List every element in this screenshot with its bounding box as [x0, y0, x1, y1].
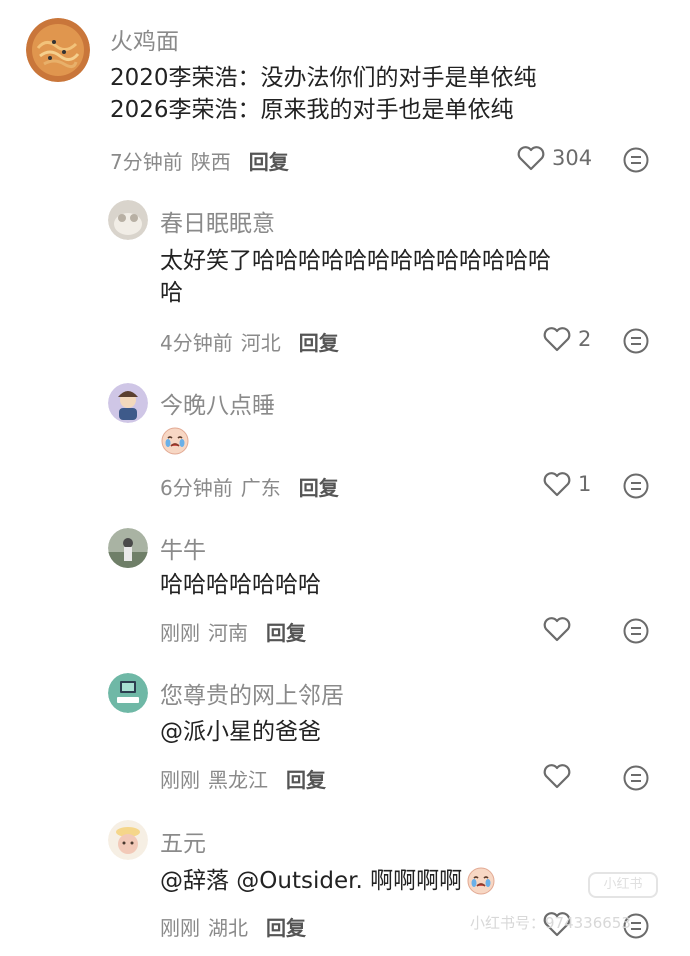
comment-text: @辞落 @Outsider. 啊啊啊啊 [160, 865, 496, 897]
username[interactable]: 五元 [160, 824, 206, 858]
avatar[interactable] [108, 820, 148, 860]
location: 湖北 [208, 916, 248, 940]
comment-item: 五元 @辞落 @Outsider. 啊啊啊啊 刚刚 湖北 回复 [0, 0, 690, 956]
watermark: 小红书号：974336653 [470, 914, 631, 932]
bear-avatar-icon [108, 820, 148, 860]
watermark-logo: 小红书 [588, 872, 658, 898]
crying-face-sticker-icon [467, 867, 495, 895]
comment-line: @辞落 @Outsider. 啊啊啊啊 [160, 868, 463, 894]
timestamp: 刚刚 [160, 916, 200, 940]
reply-button[interactable]: 回复 [266, 912, 306, 941]
comment-meta: 刚刚 湖北 回复 [160, 912, 306, 941]
